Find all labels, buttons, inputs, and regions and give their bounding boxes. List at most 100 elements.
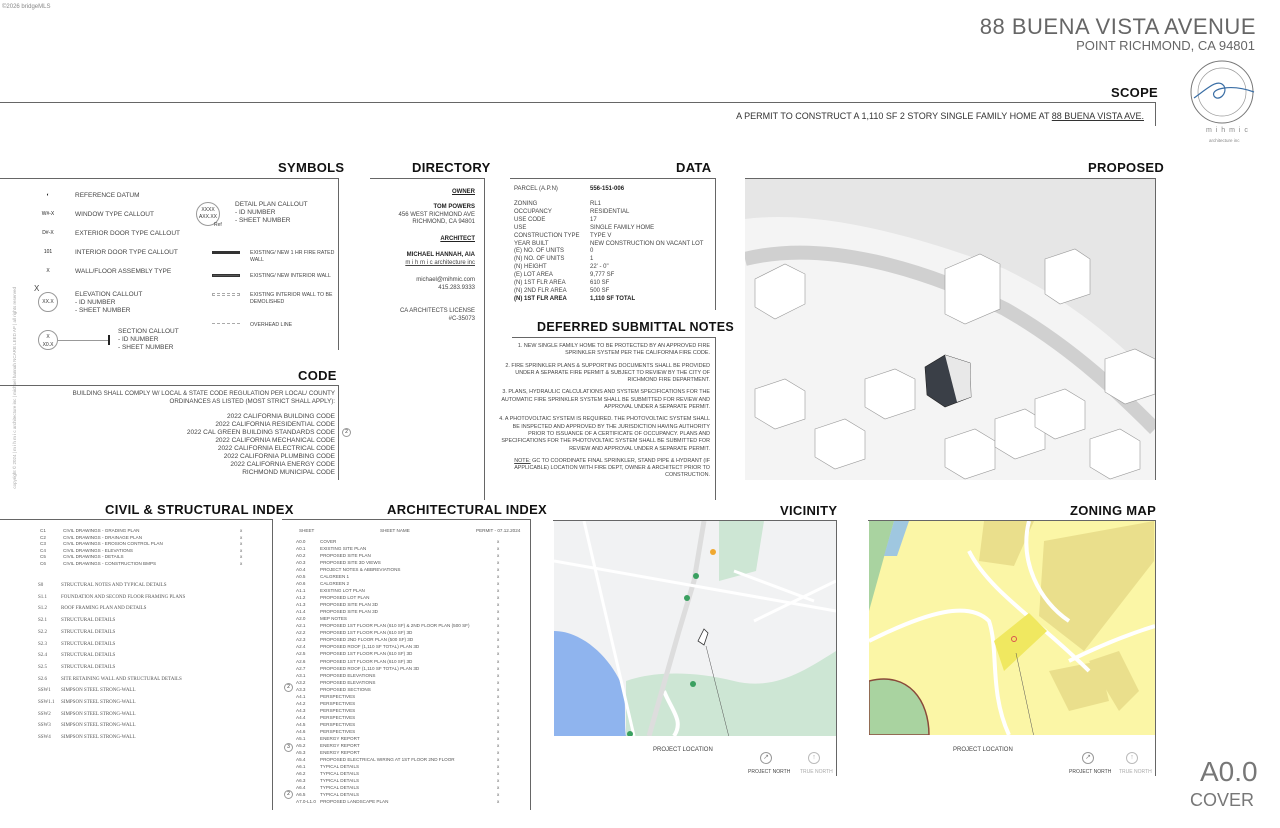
section-callout-symbol: X X0.X bbox=[38, 330, 58, 350]
arch-sheet-id: A2.6 bbox=[296, 658, 306, 664]
deferred-general-note-line: NOTE: GC TO COORDINATE FINAL SPRINKLER, … bbox=[499, 458, 710, 465]
arch-sheet-name: PERSPECTIVES bbox=[320, 721, 356, 727]
arch-sheet-mark: x bbox=[497, 581, 500, 587]
structural-sheet-name: STRUCTURAL NOTES AND TYPICAL DETAILS bbox=[61, 583, 167, 588]
arch-sheet-id: A0.0 bbox=[296, 539, 306, 544]
arch-sheet-name: PROPOSED LANDSCAPE PLAN bbox=[320, 799, 389, 805]
zoning-project-north-icon: ↗ bbox=[1082, 752, 1094, 764]
wall-type-swatch bbox=[212, 274, 240, 277]
data-heading: DATA bbox=[676, 160, 712, 175]
arch-index-col-name: SHEET NAME bbox=[380, 528, 410, 533]
data-row-value: NEW CONSTRUCTION ON VACANT LOT bbox=[590, 240, 704, 247]
copyright-credit: copyright © 2024 | m i h m i c architect… bbox=[12, 287, 18, 489]
zoning-heading: ZONING MAP bbox=[1070, 503, 1157, 518]
deferred-note-line: SPECIFICATIONS FOR THE PHOTOVOLTAIC SYST… bbox=[501, 438, 710, 445]
arch-sheet-mark: x bbox=[497, 693, 500, 699]
arch-sheet-mark: x bbox=[497, 553, 500, 559]
arch-sheet-name: COVER bbox=[320, 539, 337, 544]
civil-sheet-name: CIVIL DRAWINGS - DRAINAGE PLAN bbox=[63, 534, 143, 540]
sheet-name: COVER bbox=[1190, 790, 1255, 810]
vicinity-map[interactable] bbox=[554, 521, 836, 736]
arch-sheet-id: A1.4 bbox=[296, 609, 306, 615]
data-row-value: TYPE V bbox=[590, 232, 612, 239]
arch-sheet-mark: x bbox=[497, 539, 500, 544]
vicinity-project-location: PROJECT LOCATION bbox=[653, 747, 713, 753]
arch-sheet-name: ENERGY REPORT bbox=[320, 749, 360, 755]
data-row-label: ZONING bbox=[514, 201, 538, 207]
section-callout-label: SECTION CALLOUT - ID NUMBER - SHEET NUMBER bbox=[118, 328, 179, 352]
deferred-note-line: REVIEW AND APPROVAL UNDER A SEPARATE PER… bbox=[569, 445, 710, 452]
data-row-value: 610 SF bbox=[590, 280, 610, 286]
structural-sheet-name: STRUCTURAL DETAILS bbox=[61, 629, 116, 635]
symbols-heading: SYMBOLS bbox=[278, 160, 345, 175]
data-row-label: (E) LOT AREA bbox=[514, 272, 553, 279]
data-row-value: SINGLE FAMILY HOME bbox=[590, 224, 655, 231]
structural-sheet-name: SITE RETAINING WALL AND STRUCTURAL DETAI… bbox=[61, 676, 182, 682]
symbol-glyph-icon: D#-X bbox=[42, 230, 54, 236]
architect-contact: michael@mihmic.com 415.283.9333 bbox=[416, 277, 475, 291]
arch-sheet-name: PERSPECTIVES bbox=[320, 700, 356, 706]
revision-tag: 2 bbox=[284, 683, 293, 692]
civil-sheet-mark: x bbox=[240, 547, 243, 553]
arch-sheet-name: PERSPECTIVES bbox=[320, 693, 356, 699]
arch-sheet-name: TYPICAL DETAILS bbox=[320, 792, 360, 798]
data-row-label: (N) 2ND FLR AREA bbox=[514, 287, 567, 294]
arch-sheet-mark: x bbox=[497, 749, 500, 755]
arch-sheet-id: A5.4 bbox=[296, 756, 306, 762]
project-north-icon: ↗ bbox=[760, 752, 772, 764]
arch-sheet-id: A2.0 bbox=[296, 616, 306, 622]
structural-sheet-id: SSW1.1 bbox=[38, 700, 55, 705]
structural-sheet-name: ROOF FRAMING PLAN AND DETAILS bbox=[61, 606, 147, 612]
proposed-3d-site-view bbox=[745, 179, 1155, 480]
deferred-note-line: APPROVAL UNDER A SEPARATE PERMIT. bbox=[604, 404, 710, 411]
wall-type-label: EXISTING/ NEW INTERIOR WALL bbox=[250, 273, 331, 279]
arch-sheet-name: PROPOSED ELECTRICAL WIRING AT 1ST FLOOR … bbox=[320, 756, 455, 762]
arch-sheet-id: A1.3 bbox=[296, 602, 306, 608]
true-north-label: TRUE NORTH bbox=[800, 769, 833, 775]
deferred-note-line: 1. NEW SINGLE FAMILY HOME TO BE PROTECTE… bbox=[517, 343, 710, 349]
arch-sheet-name: EXISTING LOT PLAN bbox=[320, 588, 365, 594]
arch-sheet-id: A0.4 bbox=[296, 567, 306, 573]
arch-sheet-id: A2.1 bbox=[296, 623, 306, 629]
civil-sheet-id: C4 bbox=[40, 547, 46, 553]
data-row-value: 500 SF bbox=[590, 287, 610, 294]
data-total-label: (N) 1ST FLR AREA bbox=[514, 295, 567, 302]
structural-sheet-id: S0 bbox=[38, 583, 44, 588]
arch-sheet-id: A0.3 bbox=[296, 560, 306, 566]
code-item: 2022 CALIFORNIA BUILDING CODE bbox=[226, 413, 335, 420]
arch-sheet-mark: x bbox=[497, 574, 500, 580]
data-row-value: 17 bbox=[590, 216, 597, 223]
data-row-value: 0 bbox=[590, 248, 594, 255]
zoning-map[interactable] bbox=[869, 521, 1155, 735]
data-row-label: (N) HEIGHT bbox=[514, 264, 547, 271]
structural-sheet-id: S2.4 bbox=[38, 653, 48, 659]
elevation-callout-glyph: X bbox=[34, 284, 40, 293]
symbol-label: REFERENCE DATUM bbox=[75, 192, 140, 199]
data-row-label: (N) 1ST FLR AREA bbox=[514, 280, 566, 286]
civil-sheet-id: C2 bbox=[40, 534, 46, 540]
civil-sheet-name: CIVIL DRAWINGS - ELEVATIONS bbox=[63, 547, 133, 553]
deferred-note-line: 4. A PHOTOVOLTAIC SYSTEM IS REQUIRED. TH… bbox=[499, 416, 710, 423]
structural-sheet-name: SIMPSON STEEL STRONG-WALL bbox=[61, 735, 136, 741]
note-text: CONSTRUCTION. bbox=[665, 472, 710, 479]
arch-sheet-mark: x bbox=[497, 679, 500, 685]
arch-sheet-id: A2.4 bbox=[296, 644, 306, 650]
code-item: 2022 CALIFORNIA PLUMBING CODE bbox=[223, 453, 335, 460]
architect-stamp bbox=[1190, 60, 1255, 124]
note-label: NOTE: bbox=[514, 457, 531, 464]
structural-sheet-name: STRUCTURAL DETAILS bbox=[61, 653, 116, 659]
arch-sheet-id: A0.6 bbox=[296, 581, 306, 587]
arch-sheet-mark: x bbox=[497, 700, 500, 706]
data-row-label: OCCUPANCY bbox=[514, 208, 552, 215]
arch-sheet-name: PROPOSED SITE PLAN bbox=[320, 553, 371, 559]
arch-sheet-id: A0.2 bbox=[296, 553, 306, 559]
arch-sheet-mark: x bbox=[497, 546, 500, 552]
scope-description: A PERMIT TO CONSTRUCT A 1,110 SF 2 STORY… bbox=[736, 111, 1052, 121]
civil-index-heading: CIVIL & STRUCTURAL INDEX bbox=[105, 502, 294, 517]
arch-sheet-name: ENERGY REPORT bbox=[320, 742, 360, 748]
arch-sheet-mark: x bbox=[497, 637, 500, 643]
structural-sheet-id: S2.5 bbox=[38, 664, 48, 670]
deferred-heading: DEFERRED SUBMITTAL NOTES bbox=[537, 320, 735, 334]
arch-sheet-mark: x bbox=[497, 567, 500, 573]
structural-sheet-id: S2.3 bbox=[38, 641, 48, 647]
